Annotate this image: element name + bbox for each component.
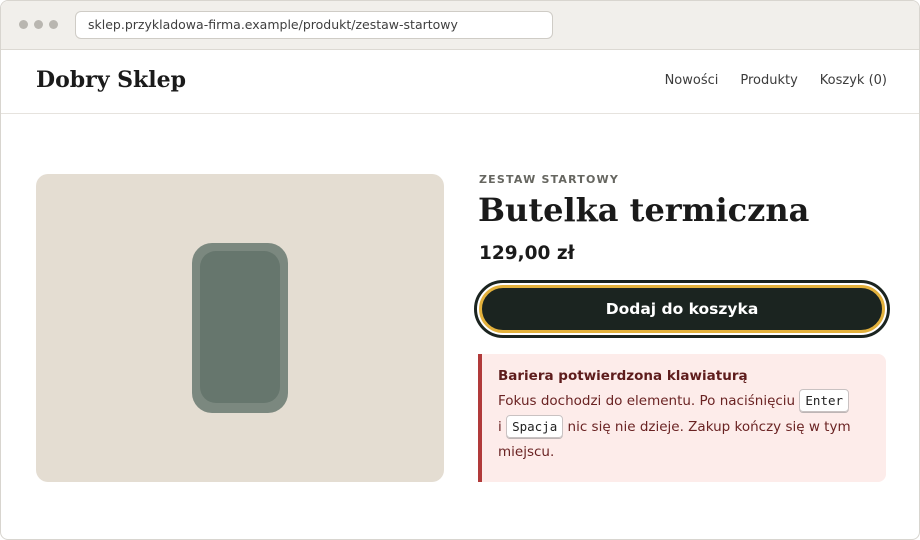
address-bar[interactable]: sklep.przykladowa-firma.example/produkt/… xyxy=(75,11,553,39)
key-enter: Enter xyxy=(799,389,850,412)
alert-title: Bariera potwierdzona klawiaturą xyxy=(498,368,748,384)
site-logo[interactable]: Dobry Sklep xyxy=(36,67,186,93)
nav-link-products[interactable]: Produkty xyxy=(740,73,797,88)
browser-window: sklep.przykladowa-firma.example/produkt/… xyxy=(0,0,920,540)
main-nav: Nowości Produkty Koszyk (0) xyxy=(665,73,887,88)
product-category: ZESTAW STARTOWY xyxy=(479,173,620,186)
window-dot-icon[interactable] xyxy=(49,20,58,29)
browser-titlebar: sklep.przykladowa-firma.example/produkt/… xyxy=(1,1,919,50)
add-to-cart-button[interactable]: Dodaj do koszyka xyxy=(474,280,890,338)
product-image xyxy=(36,174,444,482)
alert-body: Fokus dochodzi do elementu. Po naciśnięc… xyxy=(498,388,870,465)
product-price: 129,00 zł xyxy=(479,243,575,264)
accessibility-alert: Bariera potwierdzona klawiaturą Fokus do… xyxy=(478,354,886,482)
alert-text: i xyxy=(498,419,502,435)
nav-link-new[interactable]: Nowości xyxy=(665,73,719,88)
window-dot-icon[interactable] xyxy=(34,20,43,29)
bottle-body xyxy=(200,251,280,403)
alert-text: Fokus dochodzi do elementu. Po naciśnięc… xyxy=(498,393,796,409)
product-title: Butelka termiczna xyxy=(478,191,810,229)
nav-link-cart[interactable]: Koszyk (0) xyxy=(820,73,887,88)
window-dot-icon[interactable] xyxy=(19,20,28,29)
site-header: Dobry Sklep Nowości Produkty Koszyk (0) xyxy=(1,50,919,114)
product-bottle-image xyxy=(192,243,288,413)
key-space: Spacja xyxy=(506,415,564,438)
